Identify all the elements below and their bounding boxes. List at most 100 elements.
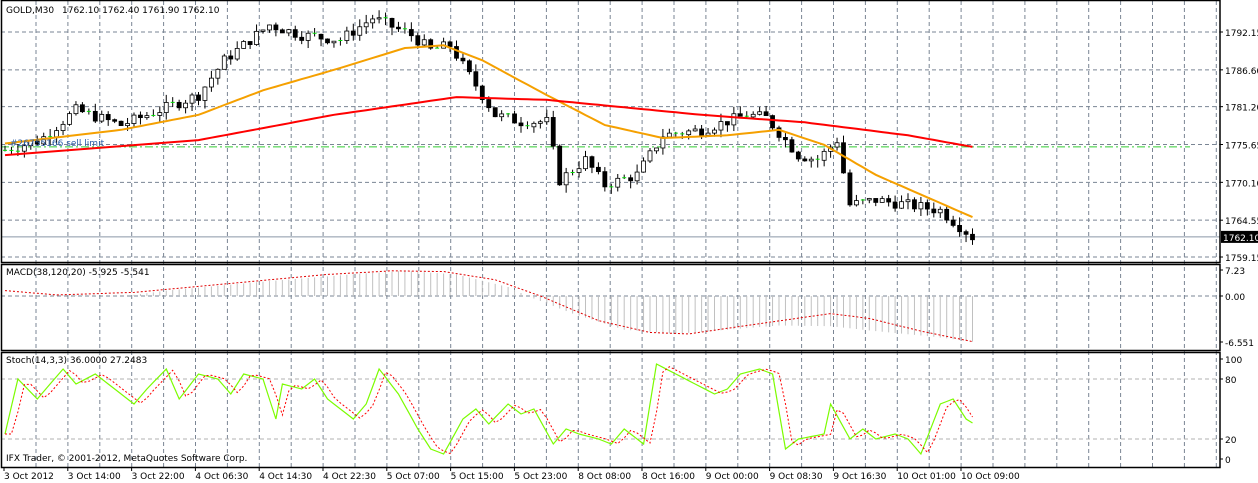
- candle-body: [544, 117, 550, 123]
- candle: [596, 162, 601, 175]
- candle-body: [808, 158, 814, 162]
- current-price-label: 1762.10: [1223, 234, 1258, 244]
- candle: [67, 111, 72, 126]
- candle: [576, 161, 582, 178]
- candle: [202, 86, 208, 109]
- candle: [105, 111, 111, 126]
- time-axis-label: 8 Oct 16:00: [642, 472, 695, 482]
- candle: [228, 50, 234, 65]
- candle: [73, 101, 79, 116]
- time-axis-label: 10 Oct 09:00: [961, 472, 1020, 482]
- candle-body: [647, 150, 653, 162]
- candle: [615, 174, 621, 192]
- candle: [815, 154, 820, 168]
- candle: [589, 155, 595, 174]
- candle-body: [299, 36, 305, 41]
- candle-body: [583, 156, 588, 170]
- candle: [421, 34, 427, 47]
- candle-body: [737, 113, 743, 117]
- candle: [905, 193, 911, 210]
- candle-body: [596, 166, 601, 173]
- candle-body: [866, 198, 872, 201]
- candle-body: [905, 199, 911, 203]
- candle-body: [912, 199, 917, 210]
- candle: [512, 110, 517, 124]
- time-axis[interactable]: 3 Oct 2012 3 Oct 14:00 3 Oct 22:00 4 Oct 06…: [3, 467, 1020, 482]
- candle-body: [415, 35, 421, 46]
- candle: [931, 202, 937, 218]
- candle-body: [157, 112, 163, 116]
- candle-body: [957, 224, 962, 233]
- candle: [189, 92, 195, 112]
- time-axis-label: 4 Oct 14:30: [259, 472, 312, 482]
- candle-body: [376, 17, 382, 20]
- candle: [376, 10, 382, 24]
- candle-body: [234, 48, 240, 60]
- candle: [525, 121, 530, 130]
- candle: [460, 53, 466, 65]
- candle: [318, 33, 324, 47]
- gold-m30-chart[interactable]: GOLD,M30 1762.10 1762.40 1761.90 1762.10…: [0, 0, 1258, 483]
- candle-body: [54, 130, 59, 138]
- candle-body: [228, 55, 234, 60]
- candle-body: [318, 33, 324, 40]
- candle-body: [641, 160, 646, 173]
- candle-body: [396, 26, 401, 30]
- sell-limit-order-label[interactable]: #26755166 sell limit: [10, 139, 105, 149]
- candle: [783, 133, 788, 148]
- stoch-axis-label: 80: [1225, 376, 1237, 386]
- candle-body: [950, 219, 956, 226]
- candle: [292, 25, 298, 41]
- macd-signal-line: [4, 270, 973, 343]
- candle: [660, 128, 666, 155]
- time-axis-label: 9 Oct 00:00: [706, 472, 759, 482]
- candle: [854, 194, 859, 207]
- candle-body: [937, 208, 943, 214]
- moving-average-fast: [4, 44, 973, 219]
- candle: [937, 206, 943, 218]
- candle: [899, 195, 904, 209]
- candle-body: [576, 168, 582, 173]
- candle-body: [712, 129, 717, 134]
- candle: [305, 30, 311, 49]
- candle: [331, 40, 337, 48]
- price-axis-label: 1759.15: [1225, 254, 1258, 264]
- candle-body: [531, 122, 537, 128]
- candle-body: [357, 26, 363, 36]
- time-axis-label: 3 Oct 22:00: [132, 472, 185, 482]
- candle: [634, 164, 640, 185]
- candle-body: [518, 122, 524, 127]
- candle: [834, 137, 840, 151]
- candle-body: [789, 139, 795, 153]
- stoch-signal-line: [5, 366, 973, 455]
- candle-body: [802, 158, 808, 162]
- candle: [873, 198, 879, 207]
- candle-body: [963, 231, 969, 235]
- candle: [970, 228, 975, 245]
- price-axis-label: 1786.60: [1225, 67, 1258, 77]
- candle: [221, 53, 227, 70]
- candle: [492, 107, 498, 118]
- candle-body: [92, 110, 98, 122]
- candle: [963, 229, 969, 243]
- candle-body: [460, 57, 466, 62]
- candle: [131, 112, 137, 128]
- candle: [537, 119, 543, 129]
- candle: [466, 59, 472, 75]
- candle-body: [189, 94, 195, 104]
- price-axis-label: 1775.65: [1225, 142, 1258, 152]
- candle-body: [454, 46, 459, 59]
- candle-body: [918, 202, 924, 210]
- price-axis[interactable]: 1792.15 1786.60 1781.20 1775.65 1770.10 1764.…: [1220, 29, 1258, 466]
- price-axis-label: 1792.15: [1225, 29, 1258, 39]
- chart-title: GOLD,M30: [6, 6, 54, 16]
- candle-body: [325, 38, 330, 44]
- candle-body: [466, 60, 472, 73]
- candle-body: [563, 172, 569, 186]
- candle: [86, 108, 91, 115]
- candle-body: [260, 29, 266, 32]
- candle: [950, 215, 956, 228]
- candle-body: [350, 30, 356, 36]
- time-axis-label: 9 Oct 16:30: [833, 472, 886, 482]
- candle: [550, 110, 556, 150]
